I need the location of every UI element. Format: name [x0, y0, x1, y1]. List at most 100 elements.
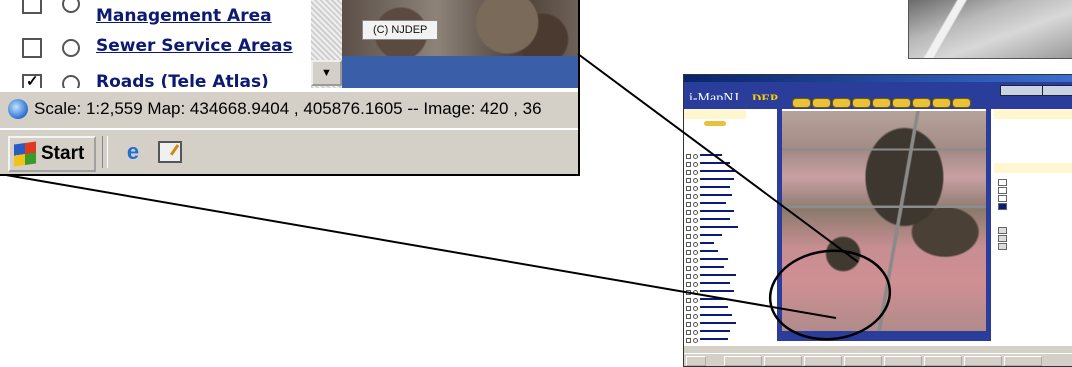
layer-radio[interactable]: [693, 170, 698, 175]
layer-radio[interactable]: [693, 162, 698, 167]
layer-radio[interactable]: [62, 75, 80, 88]
layer-link[interactable]: [700, 202, 726, 204]
layer-link[interactable]: [700, 234, 722, 236]
layer-link[interactable]: [700, 186, 730, 188]
layer-checkbox[interactable]: [686, 162, 691, 167]
layer-checkbox[interactable]: [686, 258, 691, 263]
layer-link[interactable]: [700, 306, 728, 308]
layer-row[interactable]: [686, 209, 746, 215]
layer-checkbox[interactable]: [686, 218, 691, 223]
layer-row[interactable]: [686, 177, 746, 183]
layer-checkbox[interactable]: [686, 306, 691, 311]
layers-scrollbar[interactable]: ▼: [311, 0, 342, 88]
layer-checkbox[interactable]: [686, 234, 691, 239]
nav-tab[interactable]: [832, 98, 851, 108]
layer-checkbox[interactable]: [686, 290, 691, 295]
layer-radio[interactable]: [693, 298, 698, 303]
layer-radio[interactable]: [693, 258, 698, 263]
layer-row[interactable]: [686, 193, 746, 199]
layer-checkbox[interactable]: [686, 170, 691, 175]
layer-link[interactable]: [700, 194, 732, 196]
layer-radio[interactable]: [693, 314, 698, 319]
nav-tab[interactable]: [812, 98, 831, 108]
layer-radio[interactable]: [693, 282, 698, 287]
layer-checkbox[interactable]: [686, 194, 691, 199]
layer-checkbox[interactable]: [22, 0, 42, 14]
layer-radio[interactable]: [693, 290, 698, 295]
layer-checkbox[interactable]: [686, 154, 691, 159]
nav-tab[interactable]: [932, 98, 951, 108]
layer-link[interactable]: [700, 218, 730, 220]
layer-radio[interactable]: [693, 186, 698, 191]
layer-row[interactable]: [686, 241, 746, 247]
layer-radio[interactable]: [693, 218, 698, 223]
layer-checkbox[interactable]: [686, 330, 691, 335]
layer-row[interactable]: [686, 297, 746, 303]
layer-radio[interactable]: [62, 39, 80, 57]
layer-radio[interactable]: [693, 178, 698, 183]
layer-row[interactable]: [686, 153, 746, 159]
layer-row[interactable]: [686, 161, 746, 167]
layer-checkbox[interactable]: [686, 226, 691, 231]
layer-row[interactable]: [686, 225, 746, 231]
layer-checkbox[interactable]: [686, 314, 691, 319]
layer-radio[interactable]: [693, 250, 698, 255]
layer-row[interactable]: [686, 217, 746, 223]
toolbar-button[interactable]: [1042, 85, 1072, 96]
layer-radio[interactable]: [693, 202, 698, 207]
layer-link[interactable]: [700, 266, 724, 268]
layer-link-roads[interactable]: Roads (Tele Atlas): [96, 72, 269, 88]
start-button[interactable]: Start: [8, 136, 96, 172]
layer-radio[interactable]: [693, 210, 698, 215]
layer-link[interactable]: [700, 258, 728, 260]
layer-row[interactable]: [686, 281, 746, 287]
layer-link[interactable]: [700, 210, 734, 212]
layer-checkbox-checked[interactable]: ✓: [22, 73, 42, 88]
layer-radio[interactable]: [693, 266, 698, 271]
layer-checkbox[interactable]: [686, 338, 691, 343]
layer-link-sewer-service-areas[interactable]: Sewer Service Areas: [96, 36, 293, 56]
layer-link[interactable]: [700, 226, 738, 228]
layer-row[interactable]: [686, 321, 746, 327]
layer-checkbox[interactable]: [686, 210, 691, 215]
layer-link[interactable]: [700, 154, 722, 156]
layer-radio[interactable]: [693, 274, 698, 279]
nav-tab[interactable]: [912, 98, 931, 108]
layer-radio[interactable]: [693, 154, 698, 159]
layer-link[interactable]: [700, 298, 726, 300]
nav-tab[interactable]: [852, 98, 871, 108]
layer-radio[interactable]: [693, 234, 698, 239]
layer-link[interactable]: [700, 170, 736, 172]
layer-row[interactable]: [686, 265, 746, 271]
nav-tab[interactable]: [792, 98, 811, 108]
layer-link[interactable]: [700, 282, 730, 284]
layer-row[interactable]: [686, 273, 746, 279]
layer-radio[interactable]: [62, 0, 80, 13]
layer-row[interactable]: [686, 329, 746, 335]
layer-link-management-area[interactable]: Management Area: [96, 6, 272, 26]
scroll-down-arrow-icon[interactable]: ▼: [311, 60, 342, 86]
layer-row[interactable]: [686, 313, 746, 319]
layer-link[interactable]: [700, 290, 734, 292]
layer-row[interactable]: [686, 249, 746, 255]
layer-row[interactable]: [686, 257, 746, 263]
layer-row[interactable]: [686, 169, 746, 175]
layer-link[interactable]: [700, 314, 732, 316]
layer-checkbox[interactable]: [686, 274, 691, 279]
layer-checkbox[interactable]: [686, 202, 691, 207]
layer-checkbox[interactable]: [686, 282, 691, 287]
layer-radio[interactable]: [693, 322, 698, 327]
layer-row[interactable]: [686, 337, 746, 343]
layer-link[interactable]: [700, 242, 714, 244]
layer-checkbox[interactable]: [686, 266, 691, 271]
layer-checkbox[interactable]: [686, 242, 691, 247]
layer-link[interactable]: [700, 162, 730, 164]
layer-checkbox[interactable]: [686, 186, 691, 191]
layer-radio[interactable]: [693, 330, 698, 335]
nav-tab[interactable]: [872, 98, 891, 108]
internet-explorer-icon[interactable]: e: [120, 140, 146, 164]
layer-link[interactable]: [700, 330, 730, 332]
layer-link[interactable]: [700, 322, 736, 324]
nav-tab[interactable]: [952, 98, 971, 108]
toolbar-button[interactable]: [1000, 85, 1044, 96]
